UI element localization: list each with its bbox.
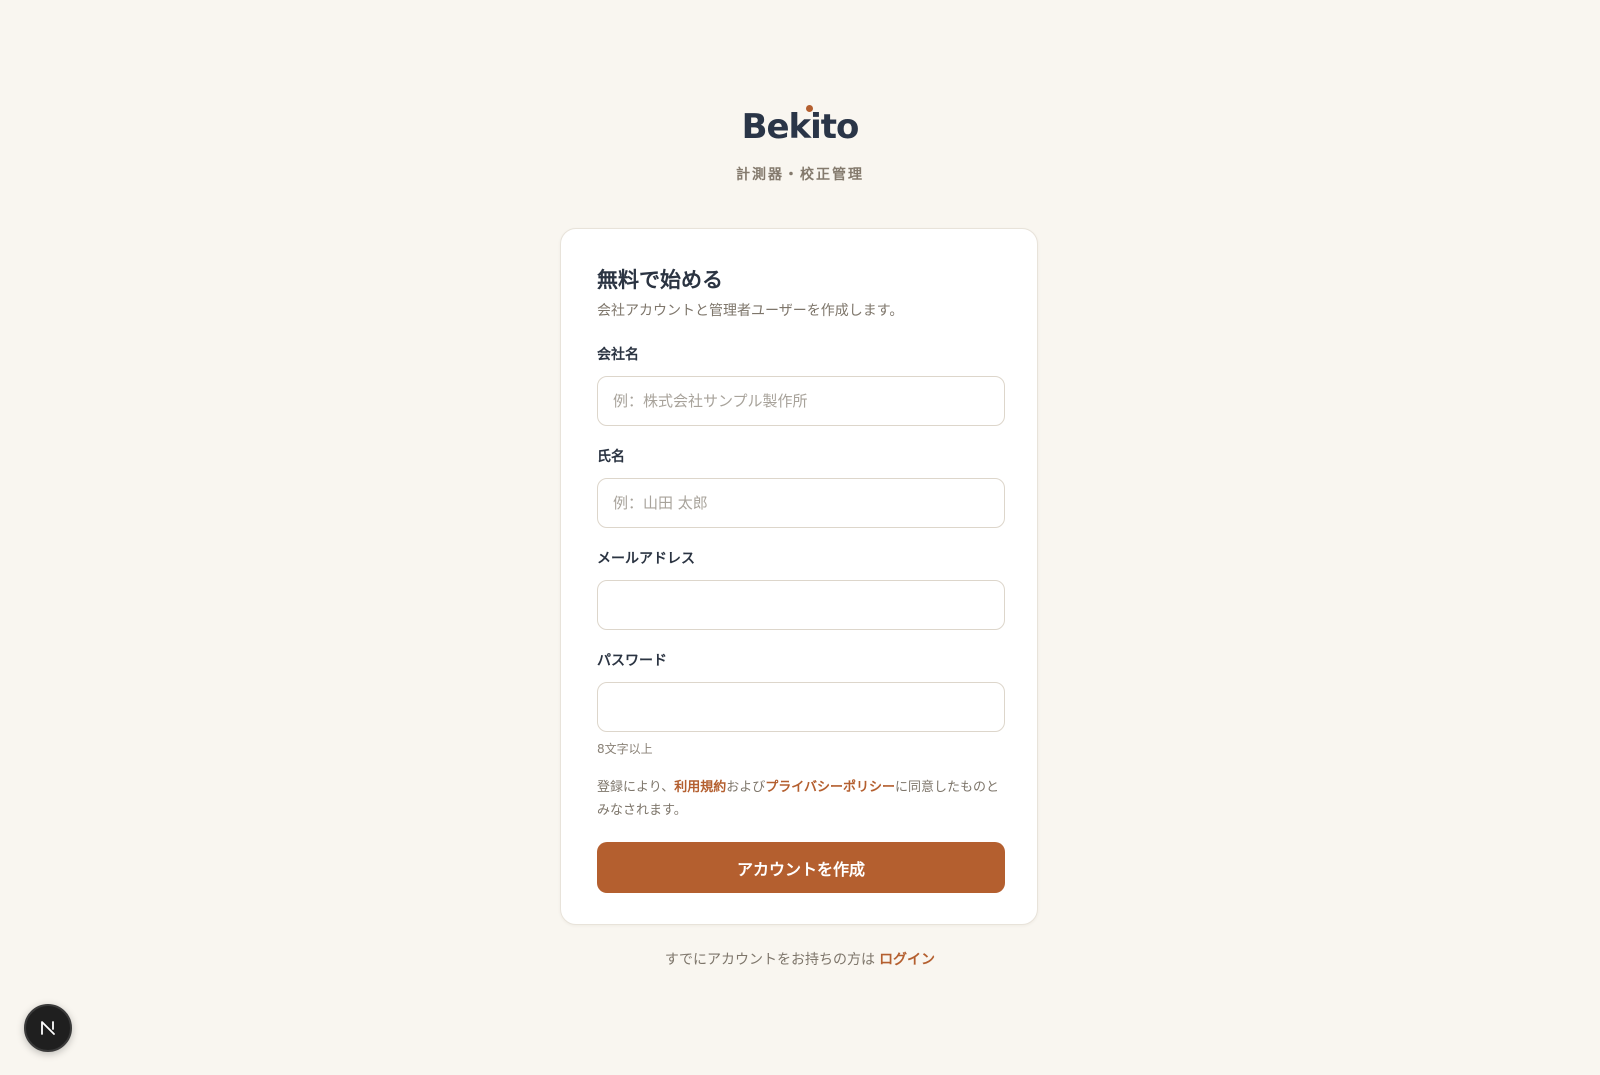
password-input[interactable] [597,682,1005,732]
terms-notice: 登録により、利用規約およびプライバシーポリシーに同意したものとみなされます。 [597,776,1005,822]
email-input[interactable] [597,580,1005,630]
logo-text: Bekito [741,107,860,147]
email-field: メールアドレス [597,549,1005,630]
company-label: 会社名 [597,347,639,363]
card-subtitle: 会社アカウントと管理者ユーザーを作成します。 [597,303,904,319]
nextjs-icon[interactable] [24,1004,72,1052]
name-input[interactable] [597,478,1005,528]
name-label: 氏名 [597,449,625,465]
email-label: メールアドレス [597,551,695,567]
terms-of-service-link[interactable]: 利用規約 [674,780,726,795]
password-label: パスワード [597,653,667,669]
nextjs-n-icon [41,1021,55,1035]
terms-middle: および [726,780,766,795]
logo: Bekito [742,100,859,154]
privacy-policy-link[interactable]: プライバシーポリシー [765,780,895,795]
company-field: 会社名 [597,345,1005,426]
brand-header: Bekito 計測器・校正管理 [0,100,1600,184]
terms-prefix: 登録により、 [597,780,675,795]
logo-dot-icon [805,105,813,112]
login-prompt-text: すでにアカウントをお持ちの方は [664,952,876,968]
password-hint: 8文字以上 [597,742,653,756]
tagline: 計測器・校正管理 [736,167,864,183]
signup-card: 無料で始める 会社アカウントと管理者ユーザーを作成します。 会社名 氏名 メール… [560,228,1038,925]
login-prompt: すでにアカウントをお持ちの方は ログイン [0,949,1600,969]
create-account-button[interactable]: アカウントを作成 [597,842,1005,893]
name-field: 氏名 [597,447,1005,528]
company-input[interactable] [597,376,1005,426]
card-title: 無料で始める [597,268,723,292]
login-link[interactable]: ログイン [879,952,935,968]
password-field: パスワード 8文字以上 [597,651,1005,758]
